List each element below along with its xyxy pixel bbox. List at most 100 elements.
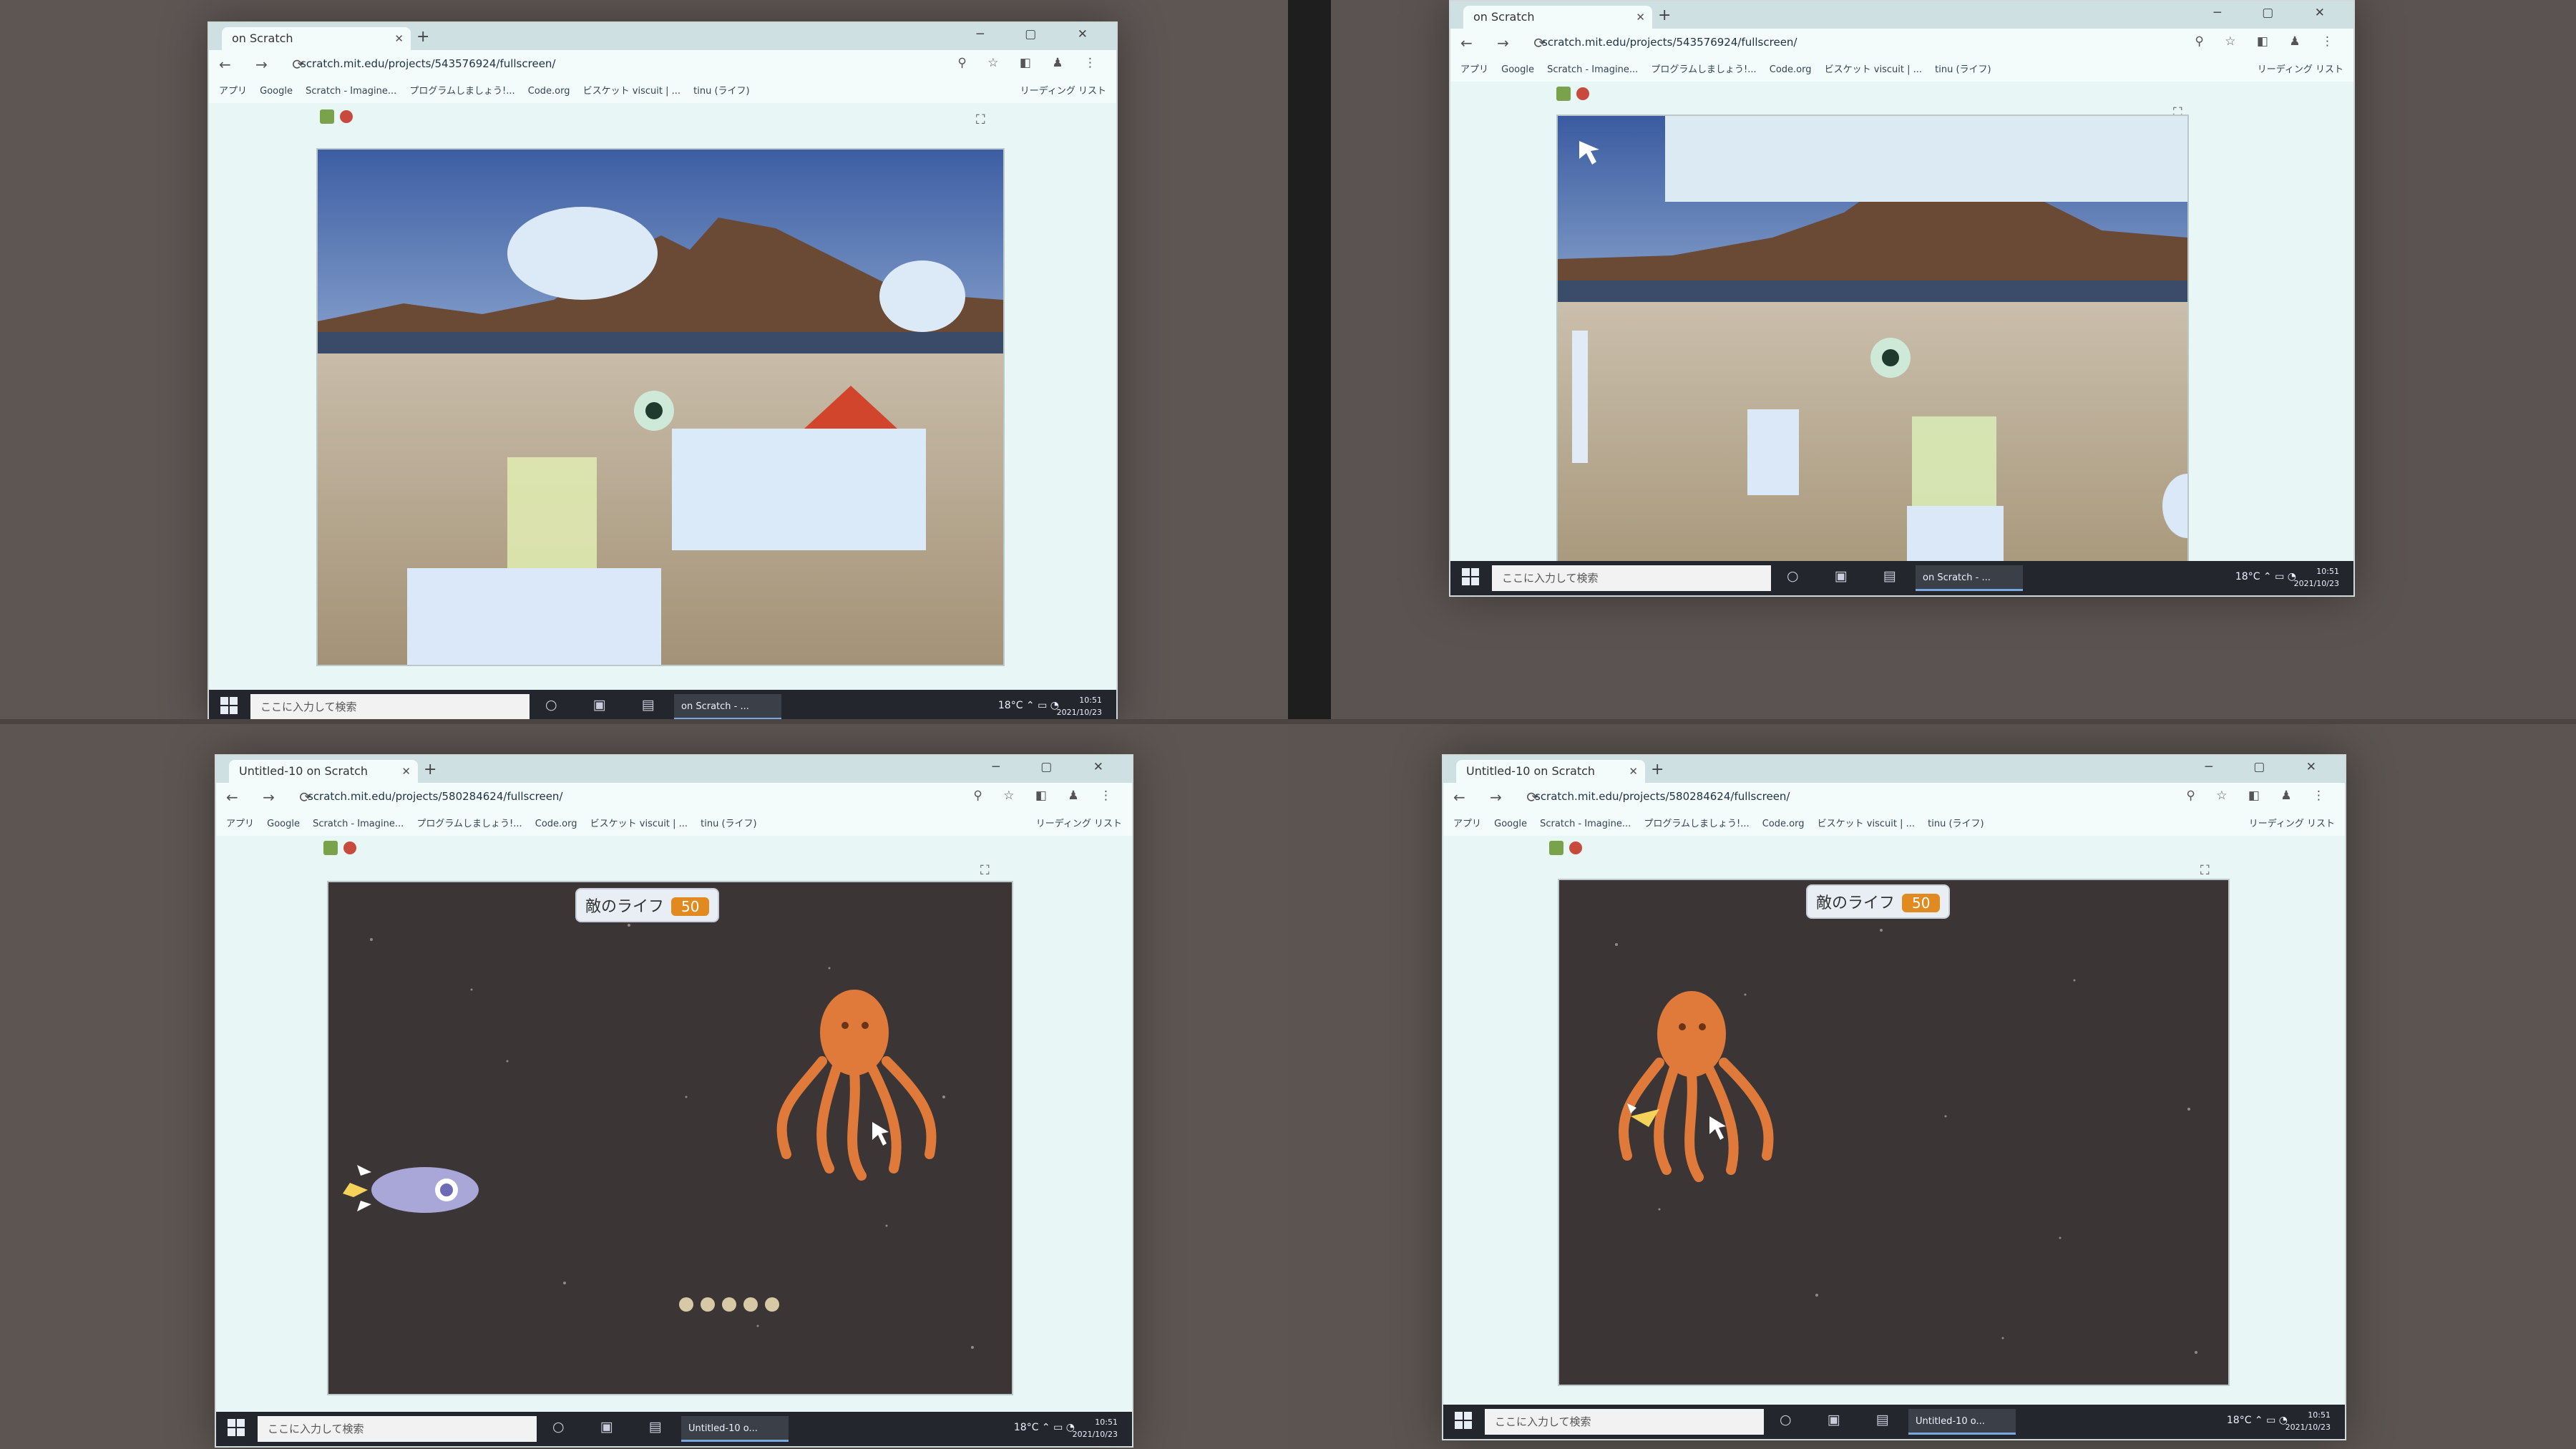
toolbar-icons[interactable]: ⚲ ☆ ◧ ♟ ⋮ [2186,789,2333,803]
close-icon[interactable]: ✕ [1636,6,1645,29]
bookmark-item[interactable]: アプリ [219,80,247,103]
rocket-sprite[interactable] [343,1165,479,1213]
clock[interactable]: 10:51 2021/10/23 [1057,694,1102,718]
bookmark-item[interactable]: Code.org [1762,813,1805,836]
windows-taskbar: ここに入力して検索 ○ ▣ ▤ ◉ on Scratch - ... 18°C … [1450,561,2353,595]
taskbar-app-chrome[interactable]: Untitled-10 o... [681,1416,789,1442]
new-tab-icon[interactable]: + [416,27,429,47]
reading-list[interactable]: リーディング リスト [2249,813,2335,836]
toolbar-icons[interactable]: ⚲ ☆ ◧ ♟ ⋮ [2195,34,2342,49]
bookmark-item[interactable]: Code.org [1770,59,1812,82]
stop-icon[interactable] [340,109,353,123]
green-flag-icon[interactable] [1549,840,1563,855]
new-tab-icon[interactable]: + [424,760,436,780]
bookmark-item[interactable]: Google [260,80,293,103]
bookmark-item[interactable]: プログラムしましょう!... [1651,59,1756,82]
bookmark-item[interactable]: tinu (ライフ) [1935,59,1991,82]
system-tray[interactable]: 18°C ⌃ ▭ ◔ [2227,1415,2288,1426]
scratch-stage[interactable]: 敵のライフ 50 [1558,879,2230,1386]
bookmark-item[interactable]: tinu (ライフ) [701,813,756,836]
bookmark-item[interactable]: プログラムしましょう!... [409,80,514,103]
close-icon[interactable]: ✕ [1629,760,1638,783]
bookmark-item[interactable]: アプリ [1460,59,1488,82]
bookmark-item[interactable]: Scratch - Imagine... [313,813,404,836]
bookmark-item[interactable]: Google [1501,59,1534,82]
green-flag-icon[interactable] [1556,86,1571,101]
stop-icon[interactable] [1576,87,1589,100]
reading-list[interactable]: リーディング リスト [2258,59,2343,82]
system-tray[interactable]: 18°C ⌃ ▭ ◔ [1014,1422,1075,1433]
toolbar-icons[interactable]: ⚲ ☆ ◧ ♟ ⋮ [973,789,1121,803]
green-flag-icon[interactable] [323,840,338,855]
bookmark-item[interactable]: Code.org [535,813,577,836]
bookmark-item[interactable]: ビスケット viscuit | ... [1825,59,1922,82]
tab-bar: Untitled-10 on Scratch ✕ + ─ ▢ ✕ [1443,756,2345,783]
windows-start-icon[interactable] [220,697,238,714]
browser-tab[interactable]: on Scratch ✕ [1463,6,1652,29]
stop-icon[interactable] [343,841,356,854]
window-controls[interactable]: ─ ▢ ✕ [2205,760,2335,774]
url-field[interactable]: scratch.mit.edu/projects/580284624/fulls… [308,790,562,803]
clock[interactable]: 10:51 2021/10/23 [2294,565,2339,590]
bookmark-item[interactable]: tinu (ライフ) [1928,813,1984,836]
exit-fullscreen-icon[interactable]: ⛶ [2200,863,2210,878]
close-icon[interactable]: ✕ [401,760,411,783]
window-controls[interactable]: ─ ▢ ✕ [977,27,1106,42]
taskbar-app-chrome[interactable]: on Scratch - ... [1916,565,2023,591]
bookmark-item[interactable]: Google [267,813,300,836]
new-tab-icon[interactable]: + [1651,760,1664,780]
bookmark-item[interactable]: Google [1494,813,1527,836]
bookmark-item[interactable]: プログラムしましょう!... [1644,813,1749,836]
windows-start-icon[interactable] [1455,1412,1472,1429]
browser-tab[interactable]: Untitled-10 on Scratch ✕ [1456,760,1645,783]
bookmark-item[interactable]: ビスケット viscuit | ... [583,80,680,103]
taskbar-app-chrome[interactable]: Untitled-10 o... [1908,1409,2016,1435]
system-tray[interactable]: 18°C ⌃ ▭ ◔ [998,700,1059,711]
bookmark-item[interactable]: Scratch - Imagine... [1547,59,1638,82]
exit-fullscreen-icon[interactable]: ⛶ [976,112,985,127]
window-controls[interactable]: ─ ▢ ✕ [992,760,1122,774]
bookmarks-bar: アプリ Google Scratch - Imagine... プログラムしまし… [1443,813,2345,836]
toolbar-icons[interactable]: ⚲ ☆ ◧ ♟ ⋮ [957,56,1105,70]
windows-start-icon[interactable] [1462,568,1479,585]
bookmark-item[interactable]: アプリ [226,813,254,836]
green-flag-icon[interactable] [320,109,334,124]
scratch-stage[interactable] [316,148,1005,666]
beach-backdrop [318,150,1003,665]
taskbar-search[interactable]: ここに入力して検索 [1492,565,1771,591]
reading-list[interactable]: リーディング リスト [1020,80,1106,103]
taskbar-search[interactable]: ここに入力して検索 [250,694,530,720]
stop-icon[interactable] [1569,841,1582,854]
system-tray[interactable]: 18°C ⌃ ▭ ◔ [2235,571,2296,582]
bookmark-item[interactable]: tinu (ライフ) [693,80,749,103]
url-field[interactable]: scratch.mit.edu/projects/543576924/fulls… [1542,36,1797,49]
space-backdrop [328,882,1012,1394]
taskbar-app-chrome[interactable]: on Scratch - ... [674,694,781,720]
bookmark-item[interactable]: Code.org [528,80,570,103]
bookmark-item[interactable]: Scratch - Imagine... [306,80,396,103]
browser-tab[interactable]: on Scratch ✕ [222,27,411,50]
window-controls[interactable]: ─ ▢ ✕ [2214,6,2343,20]
exit-fullscreen-icon[interactable]: ⛶ [980,863,990,878]
scratch-stage[interactable]: 敵のライフ 50 [327,881,1013,1395]
windows-start-icon[interactable] [228,1419,245,1436]
close-icon[interactable]: ✕ [394,27,404,50]
new-tab-icon[interactable]: + [1658,6,1671,26]
life-label: 敵のライフ [585,898,665,916]
url-field[interactable]: scratch.mit.edu/projects/580284624/fulls… [1535,790,1790,803]
scratch-stage[interactable] [1556,114,2189,590]
ellipse-shape [507,207,658,300]
taskbar-search[interactable]: ここに入力して検索 [258,1416,537,1442]
bookmark-item[interactable]: ビスケット viscuit | ... [590,813,688,836]
reading-list[interactable]: リーディング リスト [1036,813,1122,836]
url-field[interactable]: scratch.mit.edu/projects/543576924/fulls… [301,57,555,70]
bookmark-item[interactable]: アプリ [1453,813,1481,836]
beach-backdrop [1558,116,2187,588]
bookmark-item[interactable]: プログラムしましょう!... [416,813,522,836]
browser-tab[interactable]: Untitled-10 on Scratch ✕ [229,760,418,783]
taskbar-search[interactable]: ここに入力して検索 [1485,1409,1764,1435]
bookmark-item[interactable]: ビスケット viscuit | ... [1818,813,1915,836]
bookmark-item[interactable]: Scratch - Imagine... [1540,813,1631,836]
clock[interactable]: 10:51 2021/10/23 [2285,1409,2331,1433]
clock[interactable]: 10:51 2021/10/23 [1073,1416,1118,1440]
